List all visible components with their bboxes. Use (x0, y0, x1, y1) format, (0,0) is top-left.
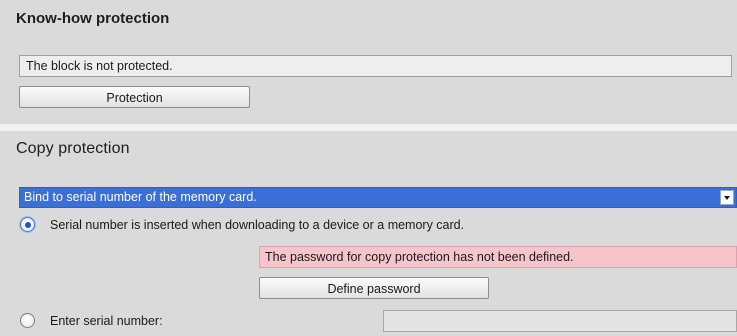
serial-on-download-label[interactable]: Serial number is inserted when downloadi… (50, 216, 464, 234)
protection-button[interactable]: Protection (19, 86, 250, 108)
know-how-protection-section: Know-how protection The block is not pro… (0, 0, 737, 124)
copy-protection-section: Copy protection Bind to serial number of… (0, 131, 737, 336)
copy-protection-mode-select[interactable]: Bind to serial number of the memory card… (19, 187, 737, 208)
chevron-down-icon[interactable] (720, 190, 734, 205)
enter-serial-number-radio[interactable] (20, 313, 35, 328)
section-divider (0, 124, 737, 131)
know-how-protection-title: Know-how protection (16, 10, 170, 27)
enter-serial-number-label[interactable]: Enter serial number: (50, 312, 163, 330)
define-password-button[interactable]: Define password (259, 277, 489, 299)
copy-protection-mode-value: Bind to serial number of the memory card… (24, 190, 257, 204)
protection-status-field: The block is not protected. (19, 55, 732, 77)
password-warning-field: The password for copy protection has not… (259, 246, 737, 268)
copy-protection-title: Copy protection (16, 140, 130, 157)
serial-number-input[interactable] (383, 310, 737, 332)
serial-on-download-radio[interactable] (20, 217, 35, 232)
